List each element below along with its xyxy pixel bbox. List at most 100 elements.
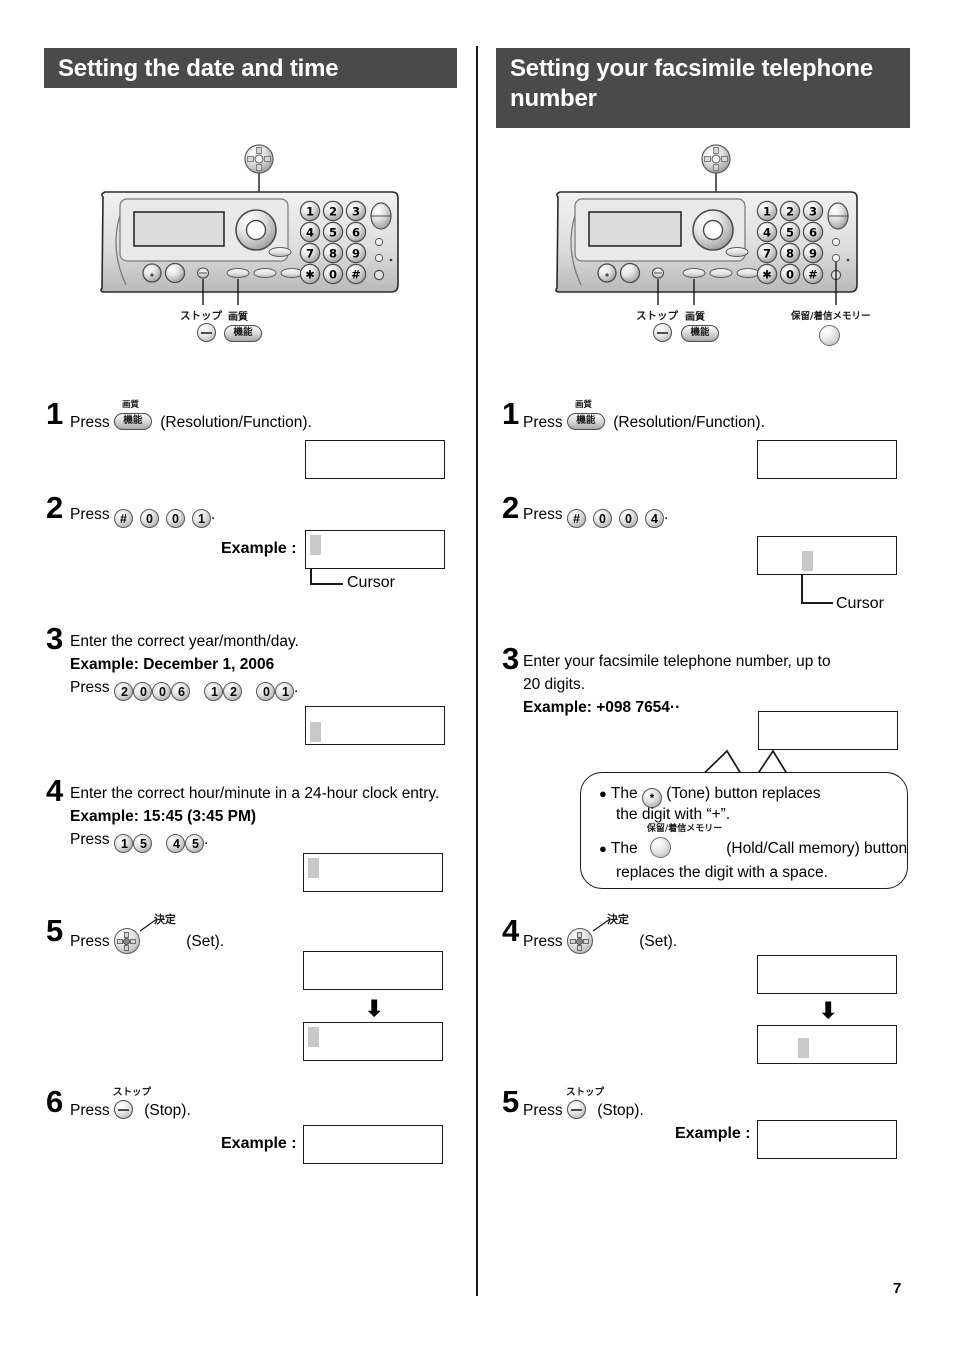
svg-text:4: 4 (763, 225, 771, 239)
after-label-l2: . (210, 506, 216, 523)
after-label-l4: . (203, 831, 209, 848)
stop-key-l6: ストップ (113, 1088, 151, 1120)
stop-key-r5: ストップ (566, 1088, 604, 1120)
keypad-key-hash-r2: # (566, 509, 586, 528)
keypad-key-1b-l3: 1 (274, 682, 294, 701)
svg-text:4: 4 (306, 225, 314, 239)
step-left-4-keys: Press 1545. (70, 830, 208, 853)
cursor-label-left: Cursor (347, 574, 396, 591)
lcd-display-left-5a (303, 951, 443, 990)
diagram-label-hold-right: 保留/着信メモリー (791, 311, 871, 322)
cursor-block-left-3 (310, 722, 321, 742)
section-header-date-time: Setting the date and time (44, 48, 457, 88)
callout-b1-pre: The (610, 785, 638, 802)
step-right-3-line1: Enter your facsimile telephone number, u… (523, 653, 831, 670)
after-label-l3: . (293, 679, 299, 696)
after-label-r4: (Set). (639, 933, 678, 950)
svg-text:8: 8 (329, 246, 337, 260)
callout-b2-mid: (Hold/Call memory) button (726, 840, 908, 857)
keypad-key-hash-l2: # (113, 509, 133, 528)
keypad-key-4-r2: 4 (644, 509, 664, 528)
section-header-fax-number: Setting your facsimile telephone number (496, 48, 910, 128)
callout-bullet-2-line2: replaces the digit with a space. (616, 864, 828, 881)
press-label-r5: Press (523, 1102, 563, 1119)
svg-text:2: 2 (329, 204, 337, 218)
cursor-leader-v-left (310, 569, 312, 584)
step-number-right-5: 5 (502, 1084, 520, 1119)
diagram-hold-key-right (819, 325, 840, 346)
step-number-left-3: 3 (46, 621, 64, 656)
lcd-display-right-5 (757, 1120, 897, 1159)
callout-b1-mid: (Tone) button replaces (666, 785, 821, 802)
function-key-jp-label-right: 機能 (690, 327, 710, 338)
press-label-l5: Press (70, 933, 110, 950)
press-label-l4: Press (70, 831, 110, 848)
cursor-leader-h-right (801, 602, 833, 604)
svg-text:9: 9 (352, 246, 360, 260)
step-left-3-line2: Example: December 1, 2006 (70, 656, 275, 673)
key-jp-l1: 機能 (123, 415, 143, 426)
key-jp-top-r1: 画質 (574, 400, 592, 410)
svg-text:2: 2 (786, 204, 794, 218)
lcd-display-right-4b (757, 1025, 897, 1064)
step-left-3-keys: Press 20061201. (70, 678, 298, 701)
svg-text:3: 3 (352, 204, 360, 218)
keypad-key-1-l4: 1 (113, 834, 133, 853)
step-left-4-line2: Example: 15:45 (3:45 PM) (70, 808, 257, 825)
set-jp-label-r4: 決定 (606, 913, 629, 926)
step-number-right-4: 4 (502, 913, 520, 948)
key-jp-top-l1: 画質 (121, 400, 139, 410)
svg-text:6: 6 (352, 225, 360, 239)
cursor-block-left-2 (310, 535, 321, 555)
set-key-l5: 決定 (113, 914, 182, 954)
keypad-key-2-l3: 2 (113, 682, 133, 701)
step-number-right-1: 1 (502, 396, 520, 431)
step-left-3-line1: Enter the correct year/month/day. (70, 633, 299, 650)
svg-text:5: 5 (786, 225, 794, 239)
svg-text:0: 0 (786, 267, 794, 281)
callout-b2-pre: The (610, 840, 638, 857)
svg-text:9: 9 (809, 246, 817, 260)
step-number-left-4: 4 (46, 773, 64, 808)
step-number-left-5: 5 (46, 913, 64, 948)
callout-bubble: ● The * (Tone) button replaces the digit… (580, 772, 908, 889)
keypad-key-0a-r2: 0 (592, 509, 612, 528)
step-number-left-6: 6 (46, 1084, 64, 1119)
set-jp-label-l5: 決定 (153, 913, 176, 926)
step-number-left-1: 1 (46, 396, 64, 431)
keypad-key-2b-l3: 2 (222, 682, 242, 701)
after-label-l1: (Resolution/Function). (160, 414, 312, 431)
example-label-right-5: Example : (675, 1125, 751, 1142)
press-label-l6: Press (70, 1102, 110, 1119)
diagram-label-stop-left: ストップ (180, 310, 222, 322)
after-label-r2: . (663, 506, 669, 523)
keypad-key-0b-r2: 0 (618, 509, 638, 528)
lcd-display-left-5b (303, 1022, 443, 1061)
step-number-right-2: 2 (502, 490, 520, 525)
step-number-left-2: 2 (46, 490, 64, 525)
page-number: 7 (893, 1280, 902, 1297)
after-label-r1: (Resolution/Function). (613, 414, 765, 431)
lcd-display-right-3 (758, 711, 898, 750)
keypad-key-1-l3: 1 (203, 682, 223, 701)
stop-jp-label-r5: ストップ (565, 1087, 604, 1098)
lcd-display-left-2 (305, 530, 445, 569)
diagram-stop-key-left (197, 323, 216, 343)
svg-text:#: # (351, 267, 361, 281)
step-right-1-text: Press 画質 機能 (Resolution/Function). (523, 401, 765, 432)
keypad-key-4-l4: 4 (165, 834, 185, 853)
diagram-function-key-right: 機能 (681, 325, 719, 344)
after-label-l6: (Stop). (144, 1102, 191, 1119)
navigator-dial-icon-l5 (113, 928, 140, 954)
step-left-1-text: Press 画質 機能 (Resolution/Function). (70, 401, 312, 432)
resolution-function-key-l1: 画質 機能 (113, 401, 156, 432)
cursor-leader-h-left (310, 583, 343, 585)
cursor-block-left-5 (308, 1027, 319, 1047)
lcd-display-left-4 (303, 853, 443, 892)
cursor-block-right-4 (798, 1038, 809, 1058)
lcd-display-left-6 (303, 1125, 443, 1164)
flow-arrow-left: ⬇ (365, 996, 384, 1021)
step-right-2-text: Press #0 0 4. (523, 505, 668, 528)
hold-key-callout: 保留/着信メモリー (642, 825, 722, 858)
svg-text:✱: ✱ (762, 267, 772, 281)
